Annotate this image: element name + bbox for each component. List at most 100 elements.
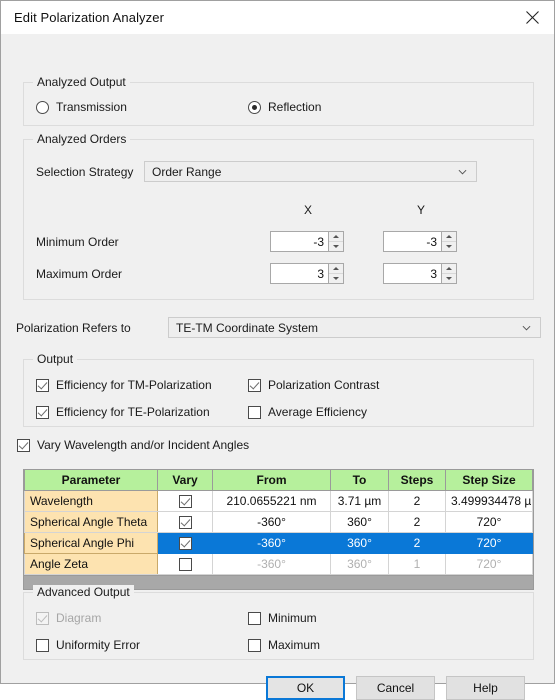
minimum-order-x-spin-buttons[interactable]	[329, 231, 344, 252]
checkbox-vary-row-indicator[interactable]	[178, 557, 192, 571]
cancel-button[interactable]: Cancel	[356, 676, 435, 700]
minimum-order-x-input[interactable]: -3	[270, 231, 329, 252]
minimum-order-y-input[interactable]: -3	[383, 231, 442, 252]
radio-transmission[interactable]: Transmission	[36, 100, 127, 114]
checkbox-efficiency-tm[interactable]: Efficiency for TM-Polarization	[36, 378, 212, 392]
maximum-order-y-spin-buttons[interactable]	[442, 263, 457, 284]
column-header-vary[interactable]: Vary	[157, 470, 213, 491]
radio-reflection-label: Reflection	[268, 100, 322, 114]
cell-steps[interactable]: 2	[388, 490, 446, 512]
checkbox-vary-row-indicator[interactable]	[178, 494, 192, 508]
radio-transmission-indicator[interactable]	[36, 100, 49, 114]
checkbox-polarization-contrast[interactable]: Polarization Contrast	[248, 378, 379, 392]
cell-to[interactable]: 3.71 µm	[330, 490, 389, 512]
cell-vary[interactable]	[157, 532, 213, 554]
cell-from[interactable]: 210.0655221 nm	[212, 490, 331, 512]
checkbox-efficiency-tm-indicator[interactable]	[36, 378, 49, 392]
spin-up-icon[interactable]	[329, 264, 343, 273]
analyzed-output-group: Analyzed Output Transmission Reflection	[23, 75, 534, 126]
spin-down-icon[interactable]	[329, 273, 343, 283]
checkbox-vary-wavelength-label: Vary Wavelength and/or Incident Angles	[37, 438, 250, 452]
selection-strategy-value: Order Range	[152, 164, 222, 179]
minimum-order-y-spin-buttons[interactable]	[442, 231, 457, 252]
maximum-order-label: Maximum Order	[36, 267, 123, 281]
table-row[interactable]: Wavelength 210.0655221 nm 3.71 µm 2 3.49…	[24, 490, 533, 512]
column-header-steps[interactable]: Steps	[388, 470, 446, 491]
cell-steps[interactable]: 2	[388, 511, 446, 533]
chevron-down-icon	[458, 169, 467, 175]
minimum-order-x-stepper[interactable]: -3	[270, 231, 344, 252]
cell-parameter: Spherical Angle Theta	[24, 511, 158, 533]
cell-to[interactable]: 360°	[330, 511, 389, 533]
cell-from[interactable]: -360°	[212, 532, 331, 554]
table-row-selected[interactable]: Spherical Angle Phi -360° 360° 2 720°	[24, 532, 533, 554]
polarization-refers-value: TE-TM Coordinate System	[176, 320, 319, 335]
checkbox-diagram: Diagram	[36, 611, 101, 625]
spin-down-icon[interactable]	[442, 273, 456, 283]
checkbox-polarization-contrast-indicator[interactable]	[248, 378, 261, 392]
cell-steps[interactable]: 1	[388, 553, 446, 575]
table-row[interactable]: Angle Zeta -360° 360° 1 720°	[24, 553, 533, 575]
checkbox-vary-wavelength[interactable]: Vary Wavelength and/or Incident Angles	[17, 438, 249, 452]
checkbox-uniformity-error[interactable]: Uniformity Error	[36, 638, 140, 652]
checkbox-uniformity-error-indicator[interactable]	[36, 638, 49, 652]
polarization-refers-combo[interactable]: TE-TM Coordinate System	[168, 317, 541, 338]
checkbox-vary-row-indicator[interactable]	[178, 515, 192, 529]
cell-step-size[interactable]: 720°	[445, 511, 533, 533]
cell-to[interactable]: 360°	[330, 553, 389, 575]
page-title: Edit Polarization Analyzer	[14, 10, 165, 25]
selection-strategy-label: Selection Strategy	[36, 165, 134, 179]
checkbox-diagram-label: Diagram	[56, 611, 102, 625]
checkbox-average-efficiency-indicator[interactable]	[248, 405, 261, 419]
cell-vary[interactable]	[157, 490, 213, 512]
maximum-order-y-input[interactable]: 3	[383, 263, 442, 284]
checkbox-vary-wavelength-indicator[interactable]	[17, 438, 30, 452]
column-header-from[interactable]: From	[212, 470, 331, 491]
radio-reflection[interactable]: Reflection	[248, 100, 321, 114]
checkbox-vary-row-indicator[interactable]	[178, 536, 192, 550]
spin-down-icon[interactable]	[442, 241, 456, 251]
cell-step-size[interactable]: 3.499934478 µm	[445, 490, 533, 512]
column-header-step-size[interactable]: Step Size	[445, 470, 533, 491]
cell-from[interactable]: -360°	[212, 553, 331, 575]
minimum-order-y-stepper[interactable]: -3	[383, 231, 457, 252]
analyzed-orders-group: Analyzed Orders Selection Strategy Order…	[23, 132, 534, 300]
help-button[interactable]: Help	[446, 676, 525, 700]
checkbox-efficiency-te-indicator[interactable]	[36, 405, 49, 419]
maximum-order-y-stepper[interactable]: 3	[383, 263, 457, 284]
cell-step-size[interactable]: 720°	[445, 532, 533, 554]
spin-down-icon[interactable]	[329, 241, 343, 251]
checkbox-efficiency-te[interactable]: Efficiency for TE-Polarization	[36, 405, 210, 419]
cell-vary[interactable]	[157, 553, 213, 575]
checkbox-minimum[interactable]: Minimum	[248, 611, 317, 625]
cell-step-size[interactable]: 720°	[445, 553, 533, 575]
title-bar: Edit Polarization Analyzer	[1, 1, 554, 34]
checkbox-average-efficiency[interactable]: Average Efficiency	[248, 405, 367, 419]
checkbox-minimum-indicator[interactable]	[248, 611, 261, 625]
spin-up-icon[interactable]	[442, 232, 456, 241]
cell-vary[interactable]	[157, 511, 213, 533]
maximum-order-x-stepper[interactable]: 3	[270, 263, 344, 284]
advanced-output-group: Advanced Output Diagram Minimum Uniformi…	[23, 585, 534, 660]
advanced-output-legend: Advanced Output	[33, 585, 134, 599]
cell-from[interactable]: -360°	[212, 511, 331, 533]
checkbox-maximum-indicator[interactable]	[248, 638, 261, 652]
spin-up-icon[interactable]	[442, 264, 456, 273]
close-icon[interactable]	[510, 1, 554, 34]
output-legend: Output	[33, 352, 78, 366]
maximum-order-x-spin-buttons[interactable]	[329, 263, 344, 284]
checkbox-maximum[interactable]: Maximum	[248, 638, 320, 652]
table-row[interactable]: Spherical Angle Theta -360° 360° 2 720°	[24, 511, 533, 533]
ok-button[interactable]: OK	[266, 676, 345, 700]
vary-parameters-table: Parameter Vary From To Steps Step Size W…	[23, 469, 534, 590]
selection-strategy-combo[interactable]: Order Range	[144, 161, 477, 182]
radio-reflection-indicator[interactable]	[248, 100, 261, 114]
cell-steps[interactable]: 2	[388, 532, 446, 554]
cell-to[interactable]: 360°	[330, 532, 389, 554]
column-header-to[interactable]: To	[330, 470, 389, 491]
output-group: Output Efficiency for TM-Polarization Po…	[23, 352, 534, 427]
maximum-order-x-input[interactable]: 3	[270, 263, 329, 284]
column-header-parameter[interactable]: Parameter	[24, 470, 158, 491]
cell-parameter: Wavelength	[24, 490, 158, 512]
spin-up-icon[interactable]	[329, 232, 343, 241]
